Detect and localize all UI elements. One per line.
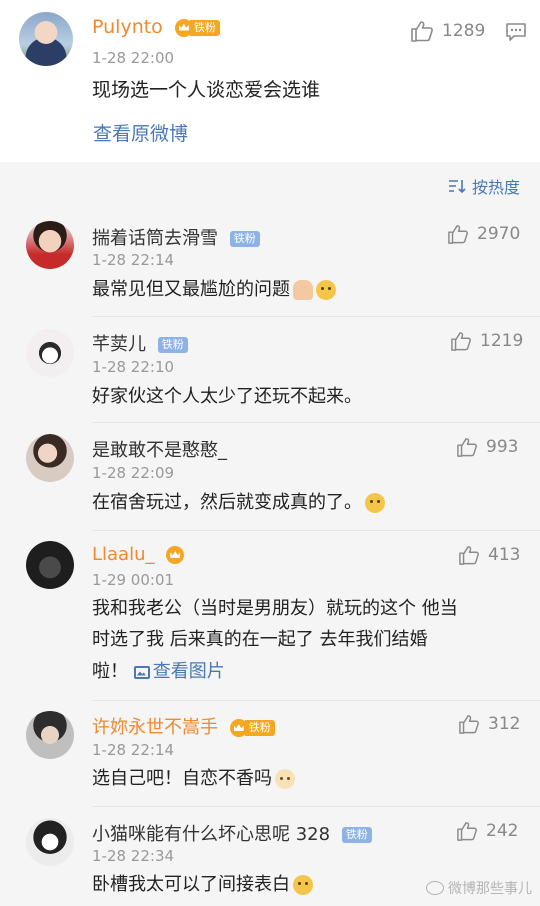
like-count: 413 (488, 545, 521, 565)
fan-badge: 铁粉 (341, 827, 372, 843)
image-icon (133, 665, 150, 679)
comment-text-body: 最常见但又最尴尬的问题 (92, 279, 290, 300)
like-count: 993 (486, 437, 519, 457)
fan-badge: 铁粉 (189, 19, 220, 36)
post-username[interactable]: Pulynto 铁粉 (92, 16, 220, 38)
post-time: 1-28 22:00 (92, 49, 175, 67)
comment-username[interactable]: 是敢敢不是憨憨_ (92, 436, 227, 462)
vip-badge: 铁粉 (229, 719, 275, 737)
crown-icon (174, 18, 193, 37)
comment-time: 1-28 22:09 (92, 464, 175, 482)
comment-text: 卧槽我太可以了间接表白 (92, 869, 313, 901)
like-count: 1219 (480, 331, 524, 351)
fan-badge: 铁粉 (229, 231, 260, 247)
sort-icon (448, 180, 466, 194)
username-text: 小猫咪能有什么坏心思呢 328 (92, 824, 331, 845)
divider (92, 316, 540, 317)
comment-text: 在宿舍玩过，然后就变成真的了。 (92, 487, 385, 519)
vip-badge: 铁粉 (229, 230, 260, 248)
wechat-logo-icon (426, 881, 444, 895)
comment-time: 1-28 22:14 (92, 741, 175, 759)
comment-text-line: 啦！ 查看图片 (92, 656, 225, 688)
vip-badge (166, 546, 185, 564)
username-text: Pulynto (92, 16, 163, 38)
username-text: Llaalu_ (92, 544, 155, 565)
fan-badge: 铁粉 (157, 337, 188, 353)
comment-username[interactable]: 芊荬儿 铁粉 (92, 330, 188, 356)
like-button[interactable]: 312 (458, 714, 520, 734)
crown-icon (166, 546, 185, 564)
like-button[interactable]: 242 (456, 821, 518, 841)
comment-username[interactable]: Llaalu_ (92, 544, 185, 565)
like-count: 242 (486, 821, 519, 841)
sort-label: 按热度 (471, 178, 520, 197)
comment-time: 1-28 22:10 (92, 358, 175, 376)
comment-time: 1-29 00:01 (92, 571, 175, 589)
like-count: 1289 (442, 21, 486, 41)
original-post: Pulynto 铁粉 1-28 22:00 现场选一个人谈恋爱会选谁 查看原微博… (0, 0, 540, 162)
thumbs-up-icon (459, 546, 479, 565)
like-count: 312 (488, 714, 521, 734)
fan-badge: 铁粉 (244, 720, 275, 736)
thumbs-up-icon (448, 225, 468, 244)
divider (92, 806, 540, 807)
avatar[interactable] (26, 434, 74, 482)
comment-username[interactable]: 小猫咪能有什么坏心思呢 328 铁粉 (92, 820, 372, 846)
comment-icon[interactable] (505, 22, 527, 42)
thumbs-up-icon (457, 438, 477, 457)
avatar[interactable] (26, 541, 74, 589)
like-button[interactable]: 2970 (447, 224, 520, 244)
username-text: 揣着话筒去滑雪 (92, 228, 218, 249)
username-text: 许妳永世不嵩手 (92, 717, 218, 738)
like-count: 2970 (477, 224, 521, 244)
sort-toggle[interactable]: 按热度 (448, 174, 520, 198)
pray-hands-emoji-icon (293, 280, 313, 300)
comment-text-body: 啦！ (92, 661, 128, 682)
like-button[interactable]: 993 (456, 437, 518, 457)
thumbs-up-icon (451, 332, 471, 351)
like-button[interactable]: 1289 (410, 20, 485, 42)
view-original-link[interactable]: 查看原微博 (93, 118, 188, 150)
vip-badge: 铁粉 (341, 826, 372, 844)
doge-emoji-icon (293, 875, 313, 895)
view-image-link[interactable]: 查看图片 (133, 661, 225, 682)
comment-username[interactable]: 揣着话筒去滑雪 铁粉 (92, 224, 260, 250)
comment-text-line: 时选了我 后来真的在一起了 去年我们结婚 (92, 629, 428, 650)
vip-badge: 铁粉 (157, 336, 188, 354)
like-button[interactable]: 413 (458, 545, 520, 565)
crown-icon (229, 719, 248, 737)
thumbs-up-icon (411, 21, 433, 42)
comment-username[interactable]: 许妳永世不嵩手 铁粉 (92, 713, 275, 739)
doge-emoji-icon (316, 280, 336, 300)
divider (92, 700, 540, 701)
divider (92, 422, 540, 423)
avatar[interactable] (26, 221, 74, 269)
comment-text-body: 选自己吧！自恋不香吗 (92, 768, 272, 789)
comment-time: 1-28 22:34 (92, 847, 175, 865)
username-text: 是敢敢不是憨憨_ (92, 440, 227, 461)
cat-emoji-icon (275, 769, 295, 789)
divider (92, 530, 540, 531)
thumbs-up-icon (457, 822, 477, 841)
comment-text-body: 卧槽我太可以了间接表白 (92, 874, 290, 895)
watermark: 微博那些事儿 (426, 878, 532, 898)
avatar[interactable] (19, 12, 73, 66)
username-text: 芊荬儿 (92, 334, 146, 355)
comment-text-line: 我和我老公（当时是男朋友）就玩的这个 他当 (92, 598, 458, 619)
thumbs-up-icon (459, 715, 479, 734)
vip-badge: 铁粉 (174, 18, 220, 37)
avatar[interactable] (26, 711, 74, 759)
comment-time: 1-28 22:14 (92, 251, 175, 269)
doge-emoji-icon (365, 493, 385, 513)
comment-text: 最常见但又最尴尬的问题 (92, 274, 336, 306)
comment-text: 好家伙这个人太少了还玩不起来。 (92, 386, 362, 407)
post-text: 现场选一个人谈恋爱会选谁 (92, 79, 321, 101)
like-button[interactable]: 1219 (450, 331, 523, 351)
comment-text-body: 在宿舍玩过，然后就变成真的了。 (92, 492, 362, 513)
comment-text: 选自己吧！自恋不香吗 (92, 763, 295, 795)
avatar[interactable] (26, 329, 74, 377)
avatar[interactable] (26, 818, 74, 866)
watermark-text: 微博那些事儿 (448, 881, 532, 897)
view-image-label: 查看图片 (152, 661, 225, 682)
